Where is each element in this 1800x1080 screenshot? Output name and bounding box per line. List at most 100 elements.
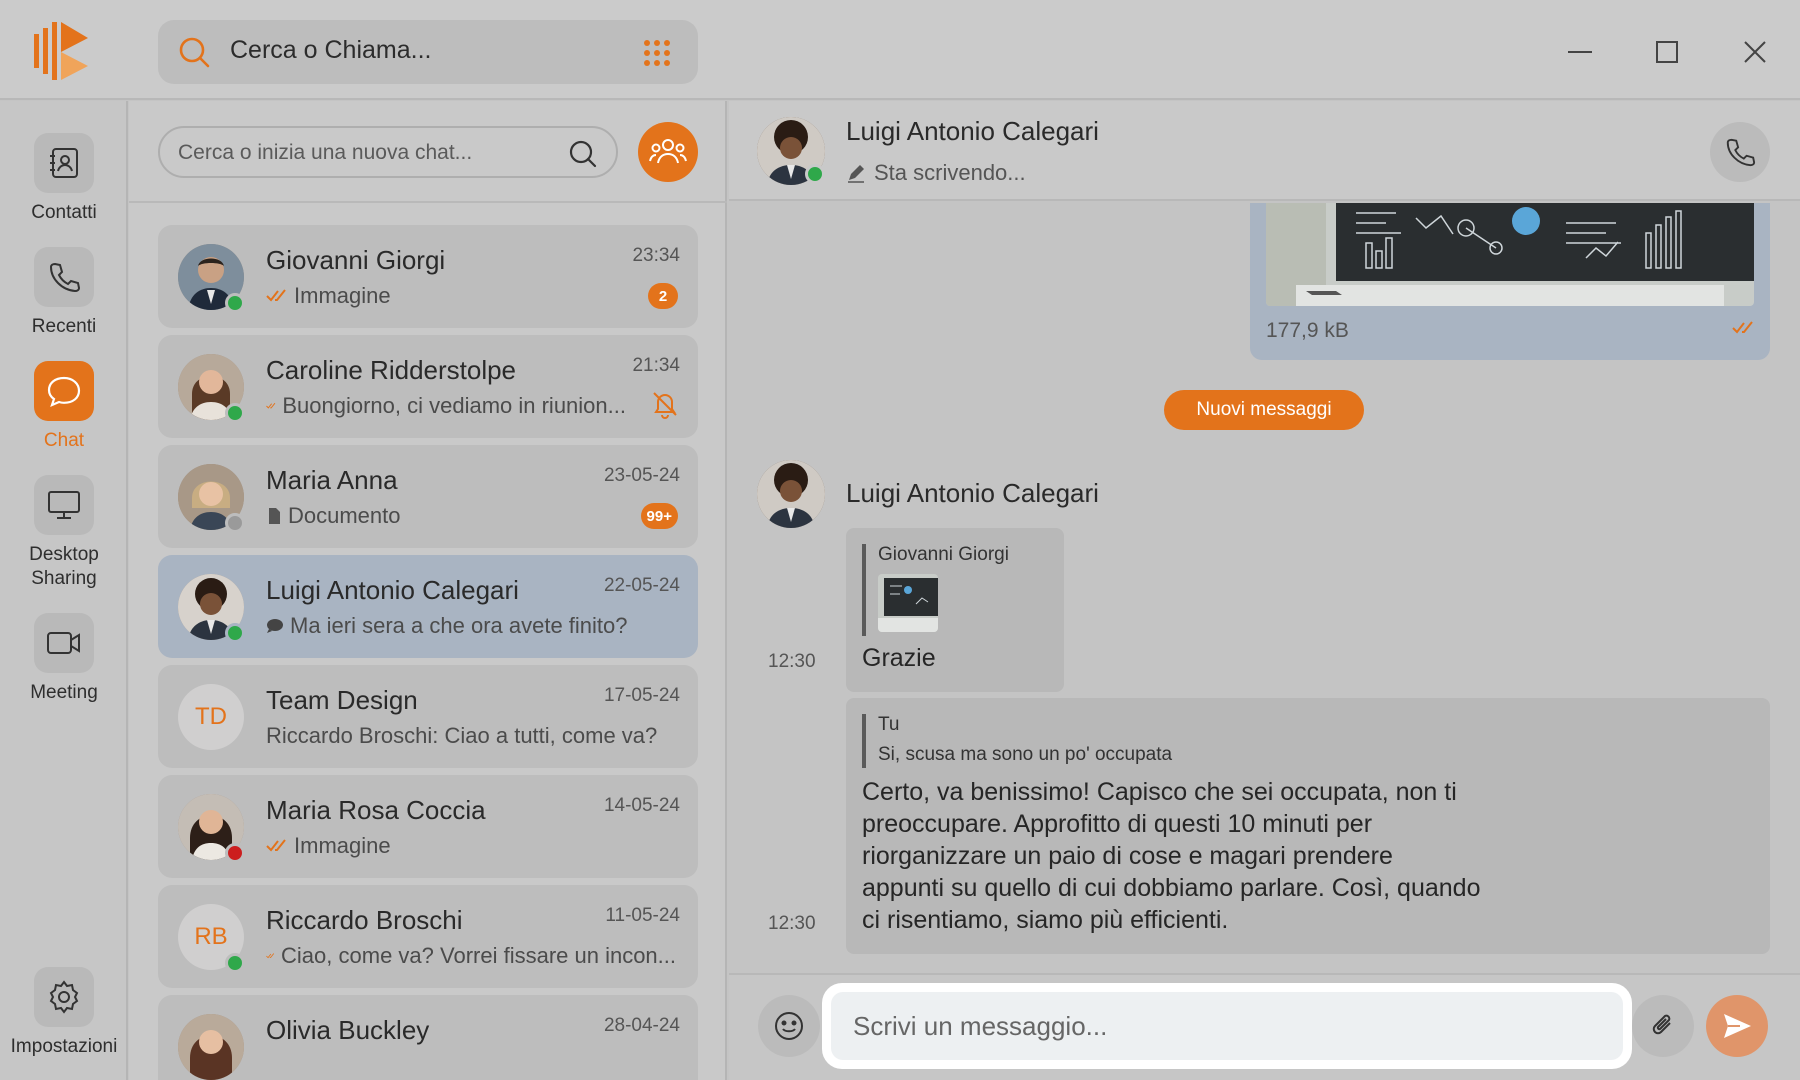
attach-button[interactable] [1632, 995, 1694, 1057]
chat-preview: Ciao, come va? Vorrei fissare un incon..… [266, 943, 676, 969]
chat-time: 11-05-24 [605, 905, 680, 926]
message-text-line: Certo, va benissimo! Capisco che sei occ… [862, 778, 1457, 806]
call-button[interactable] [1710, 122, 1770, 182]
presence-away-dot [225, 513, 245, 533]
rail-label: Desktop Sharing [29, 544, 99, 589]
chat-list-item[interactable]: RB Riccardo Broschi 11-05-24 Ciao, come … [158, 885, 698, 988]
sender-name: Luigi Antonio Calegari [846, 478, 1099, 508]
chat-preview: Documento [266, 503, 676, 529]
avatar-initials: TD [178, 684, 244, 750]
chat-name: Caroline Ridderstolpe [266, 355, 517, 385]
message-bubble[interactable]: Tu Si, scusa ma sono un po' occupata Cer… [846, 698, 1770, 954]
chat-list-item-selected[interactable]: Luigi Antonio Calegari 22-05-24 Ma ieri … [158, 555, 698, 658]
chat-name: Team Design [266, 685, 418, 715]
maximize-icon [1656, 41, 1678, 63]
typing-status: Sta scrivendo... [846, 160, 1026, 186]
rail-item-recenti[interactable]: Recenti [0, 247, 128, 339]
chat-time: 22-05-24 [603, 575, 680, 596]
rail-item-desktop-sharing[interactable]: Desktop Sharing [0, 475, 128, 591]
read-ticks-icon [266, 402, 276, 409]
quoted-image-thumbnail [878, 574, 938, 632]
dialpad-icon[interactable] [642, 38, 672, 68]
chat-list-item[interactable]: TD Team Design 17-05-24 Riccardo Broschi… [158, 665, 698, 768]
chat-preview-text: Riccardo Broschi: Ciao a tutti, come va? [266, 723, 658, 748]
chat-preview-text: Ciao, come va? Vorrei fissare un incon..… [281, 943, 676, 968]
message-input-wrapper [822, 983, 1632, 1069]
avatar [178, 1014, 244, 1080]
sender-avatar [757, 460, 825, 528]
message-bubble[interactable]: Giovanni Giorgi Grazie [846, 528, 1064, 692]
monitor-icon [34, 475, 94, 535]
quoted-message[interactable]: Tu Si, scusa ma sono un po' occupata [862, 714, 1172, 768]
message-text-line: ci risentiamo, siamo più efficienti. [862, 906, 1229, 934]
quoted-text: Si, scusa ma sono un po' occupata [878, 744, 1173, 765]
maximize-button[interactable] [1645, 30, 1689, 74]
phone-icon [1726, 138, 1756, 167]
image-message[interactable]: 177,9 kB [1250, 203, 1770, 360]
chat-preview-text: Documento [288, 503, 401, 528]
chat-list-item[interactable]: Giovanni Giorgi 23:34 Immagine 2 [158, 225, 698, 328]
read-ticks-icon [266, 839, 286, 852]
quoted-message[interactable]: Giovanni Giorgi [862, 544, 1009, 636]
app-logo [34, 22, 94, 82]
chat-name: Luigi Antonio Calegari [266, 575, 519, 605]
document-icon [269, 508, 280, 524]
quoted-sender: Tu [878, 714, 900, 735]
pencil-icon [848, 165, 864, 183]
chat-list-item[interactable]: Caroline Ridderstolpe 21:34 Buongiorno, … [158, 335, 698, 438]
chat-time: 17-05-24 [603, 685, 680, 706]
close-window-button[interactable] [1733, 30, 1777, 74]
chat-bubble-icon [34, 361, 94, 421]
send-button[interactable] [1706, 995, 1768, 1057]
quoted-sender: Giovanni Giorgi [878, 544, 1009, 565]
chat-time: 14-05-24 [603, 795, 680, 816]
chat-search-field[interactable] [158, 126, 618, 178]
chat-list-item[interactable]: Maria Anna 23-05-24 Documento 99+ [158, 445, 698, 548]
search-icon[interactable] [568, 139, 598, 169]
send-icon [1724, 1014, 1751, 1038]
global-search-bar[interactable]: Cerca o Chiama... [158, 20, 698, 84]
message-text-line: riorganizzare un paio di cose e magari p… [862, 842, 1393, 870]
new-group-button[interactable] [638, 122, 698, 182]
read-ticks-icon [266, 289, 286, 302]
chat-time: 28-04-24 [603, 1015, 680, 1036]
presence-online-dot [225, 623, 245, 643]
rail-label: Recenti [31, 316, 97, 337]
unread-badge: 2 [648, 283, 678, 309]
minimize-button[interactable] [1558, 30, 1602, 74]
message-text: Certo, va benissimo! Capisco che sei occ… [862, 776, 1480, 936]
image-attachment[interactable] [1266, 203, 1754, 306]
rail-label: Meeting [30, 682, 98, 703]
paperclip-icon [1652, 1014, 1671, 1035]
chat-list-item[interactable]: Maria Rosa Coccia 14-05-24 Immagine [158, 775, 698, 878]
gear-icon [34, 967, 94, 1027]
rail-item-contatti[interactable]: Contatti [0, 133, 128, 225]
presence-online-dot [225, 293, 245, 313]
presence-online-dot [225, 953, 245, 973]
rail-item-chat[interactable]: Chat [0, 361, 128, 453]
video-camera-icon [34, 613, 94, 673]
chat-preview-text: Immagine [294, 283, 391, 308]
rail-item-impostazioni[interactable]: Impostazioni [0, 967, 128, 1059]
chat-search-input[interactable] [178, 139, 538, 167]
global-search-label: Cerca o Chiama... [230, 36, 432, 64]
chat-name: Riccardo Broschi [266, 905, 463, 935]
chat-preview-text: Immagine [294, 833, 391, 858]
rail-item-meeting[interactable]: Meeting [0, 613, 128, 705]
chat-preview-text: Buongiorno, ci vediamo in riunion... [282, 393, 626, 418]
chat-name: Olivia Buckley [266, 1015, 430, 1045]
chat-name: Maria Rosa Coccia [266, 795, 486, 825]
minimize-icon [1568, 51, 1592, 53]
chat-list-item[interactable]: Olivia Buckley 28-04-24 [158, 995, 698, 1080]
phone-icon [34, 247, 94, 307]
group-icon [649, 139, 687, 164]
message-input[interactable] [831, 992, 1623, 1060]
emoji-button[interactable] [758, 995, 820, 1057]
muted-bell-icon [650, 389, 680, 419]
chat-name: Maria Anna [266, 465, 398, 495]
rail-label: Chat [43, 430, 85, 451]
image-file-size: 177,9 kB [1266, 319, 1349, 342]
presence-busy-dot [225, 843, 245, 863]
unread-badge: 99+ [640, 503, 678, 529]
chat-time: 21:34 [632, 355, 680, 376]
